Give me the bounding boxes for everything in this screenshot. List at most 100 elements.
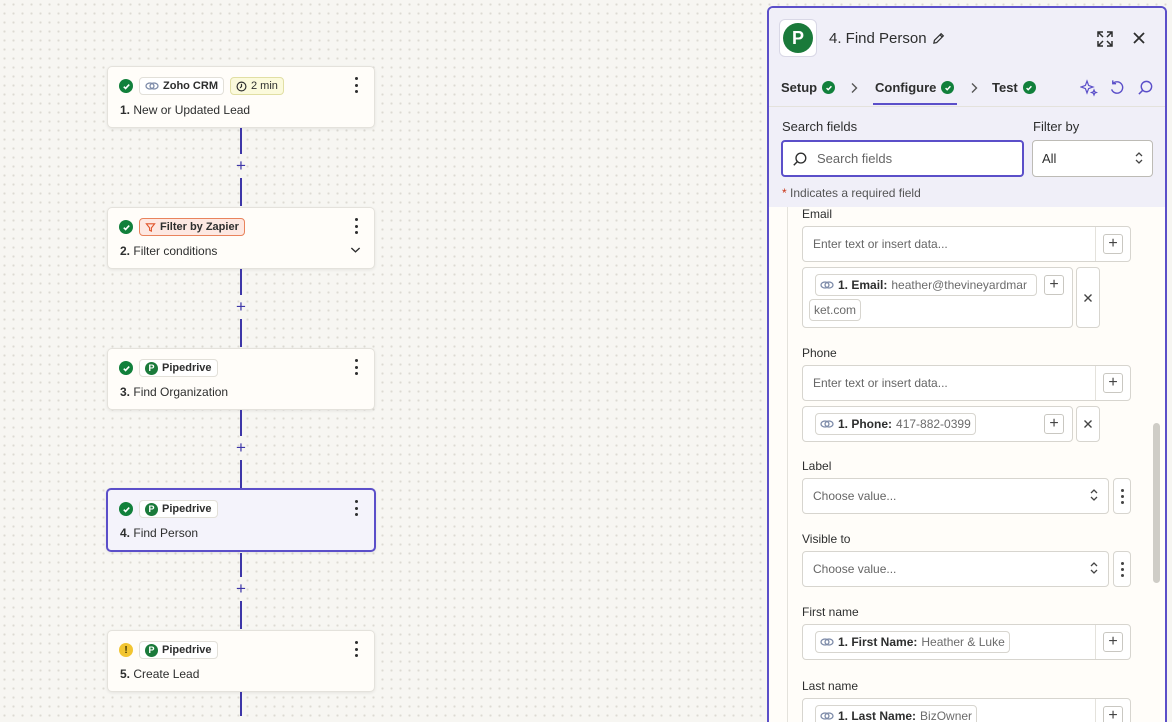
expand-icon[interactable] <box>1096 30 1114 48</box>
close-icon[interactable] <box>1131 30 1147 46</box>
search-fields-input-wrapper[interactable] <box>781 140 1024 177</box>
phone-text-input[interactable]: Enter text or insert data... + <box>802 365 1131 401</box>
chevron-right-icon <box>971 83 978 93</box>
add-step-plus-icon[interactable]: + <box>233 439 249 456</box>
filter-by-value: All <box>1042 151 1057 166</box>
insert-data-plus-icon[interactable]: + <box>1044 414 1064 434</box>
step-card-1[interactable]: Zoho CRM 2 min 1. New or Updated Lead <box>107 66 375 128</box>
last-name-field-label: Last name <box>802 679 859 693</box>
connector-line <box>240 460 242 488</box>
active-tab-indicator <box>873 103 957 105</box>
sort-arrows-icon <box>1090 489 1098 501</box>
ai-sparkle-icon[interactable] <box>1080 79 1098 97</box>
search-icon <box>793 152 807 166</box>
connector-line <box>240 319 242 347</box>
zoho-link-icon <box>145 82 159 90</box>
insert-data-plus-icon[interactable]: + <box>1103 373 1123 393</box>
step-menu-icon[interactable] <box>351 359 361 375</box>
app-chip: P Pipedrive <box>139 359 218 377</box>
visible-to-field-label: Visible to <box>802 532 851 546</box>
email-text-input[interactable]: Enter text or insert data... + <box>802 226 1131 262</box>
add-step-plus-icon[interactable]: + <box>233 298 249 315</box>
first-name-mapped-field[interactable]: 1. First Name: Heather & Luke + <box>802 624 1131 660</box>
success-check-icon <box>941 81 955 94</box>
tab-setup[interactable]: Setup <box>781 80 836 95</box>
label-field-label: Label <box>802 459 832 473</box>
email-data-pill-continued[interactable]: ket.com <box>809 299 862 321</box>
insert-data-plus-icon[interactable]: + <box>1103 706 1123 722</box>
time-chip: 2 min <box>229 77 284 95</box>
sort-arrows-icon <box>1135 152 1143 164</box>
step-menu-icon[interactable] <box>351 218 361 234</box>
time-value: 2 min <box>250 80 278 92</box>
panel-header: P 4. Find Person <box>769 8 1165 70</box>
visible-to-select[interactable]: Choose value... <box>802 551 1109 587</box>
pipedrive-icon: P <box>145 361 158 375</box>
insert-data-plus-icon[interactable]: + <box>1103 234 1123 254</box>
connector-line <box>240 601 242 629</box>
connector-line <box>240 692 242 716</box>
first-name-data-pill[interactable]: 1. First Name: Heather & Luke <box>815 631 1010 653</box>
email-mapped-field[interactable]: 1. Email: heather@thevineyardmar ket.com … <box>802 267 1073 328</box>
connector-line <box>240 269 242 295</box>
phone-data-pill[interactable]: 1. Phone: 417-882-0399 <box>815 413 976 435</box>
connector-line <box>240 178 242 206</box>
search-icon[interactable] <box>1137 79 1154 96</box>
zoho-link-icon <box>820 638 834 646</box>
warning-icon: ! <box>119 643 133 657</box>
search-fields-label: Search fields <box>782 119 858 134</box>
app-name: Filter by Zapier <box>160 221 239 233</box>
step-card-5[interactable]: ! P Pipedrive 5. Create Lead <box>107 630 375 692</box>
zoho-link-icon <box>820 420 834 428</box>
filter-by-label: Filter by <box>1033 119 1080 134</box>
undo-history-icon[interactable] <box>1109 79 1126 96</box>
insert-data-plus-icon[interactable]: + <box>1103 632 1123 652</box>
sort-arrows-icon <box>1090 562 1098 574</box>
add-step-plus-icon[interactable]: + <box>233 157 249 174</box>
field-options-menu-icon[interactable] <box>1113 478 1131 514</box>
panel-scrollbar[interactable] <box>1153 423 1160 583</box>
pipedrive-icon: P <box>145 502 158 516</box>
pipedrive-logo: P <box>779 19 817 57</box>
clear-field-close-icon[interactable] <box>1076 267 1100 328</box>
tab-test[interactable]: Test <box>992 80 1036 95</box>
tab-configure[interactable]: Configure <box>875 80 955 95</box>
last-name-data-pill[interactable]: 1. Last Name: BizOwner <box>815 705 978 722</box>
step-card-2[interactable]: Filter by Zapier 2. Filter conditions <box>107 207 375 269</box>
chevron-down-icon[interactable] <box>350 246 361 254</box>
field-options-menu-icon[interactable] <box>1113 551 1131 587</box>
filter-by-select[interactable]: All <box>1032 140 1153 177</box>
app-chip: P Pipedrive <box>139 500 218 518</box>
app-chip: Filter by Zapier <box>139 218 245 236</box>
step-title: 3. Find Organization <box>120 385 229 399</box>
step-tabs: Setup Configure Test <box>769 70 1165 107</box>
step-menu-icon[interactable] <box>351 641 361 657</box>
add-step-plus-icon[interactable]: + <box>233 580 249 597</box>
fields-list: Email Enter text or insert data... + 1. … <box>787 207 1132 722</box>
phone-field-label: Phone <box>802 346 837 360</box>
insert-data-plus-icon[interactable]: + <box>1044 275 1064 295</box>
phone-mapped-field[interactable]: 1. Phone: 417-882-0399 + <box>802 406 1073 442</box>
email-data-pill[interactable]: 1. Email: heather@thevineyardmar <box>815 274 1037 296</box>
clock-icon <box>236 81 247 91</box>
clear-field-close-icon[interactable] <box>1076 406 1100 442</box>
connector-line <box>240 553 242 577</box>
step-menu-icon[interactable] <box>351 77 361 93</box>
required-field-note: * Indicates a required field <box>782 186 921 200</box>
search-fields-input[interactable] <box>815 150 1009 167</box>
last-name-mapped-field[interactable]: 1. Last Name: BizOwner + <box>802 698 1131 722</box>
app-name: Pipedrive <box>162 362 212 374</box>
step-menu-icon[interactable] <box>351 500 361 516</box>
connector-line <box>240 410 242 436</box>
label-select[interactable]: Choose value... <box>802 478 1109 514</box>
connector-line <box>240 128 242 154</box>
step-card-4[interactable]: P Pipedrive 4. Find Person <box>106 488 376 552</box>
zoho-link-icon <box>820 281 834 289</box>
app-name: Pipedrive <box>162 644 212 656</box>
step-editor-panel: P 4. Find Person Setup Configure Test Se… <box>767 6 1167 722</box>
success-check-icon <box>1022 81 1036 94</box>
step-title: 5. Create Lead <box>120 667 200 681</box>
step-card-3[interactable]: P Pipedrive 3. Find Organization <box>107 348 375 410</box>
edit-pencil-icon[interactable] <box>932 32 945 45</box>
panel-title[interactable]: 4. Find Person <box>829 30 927 47</box>
